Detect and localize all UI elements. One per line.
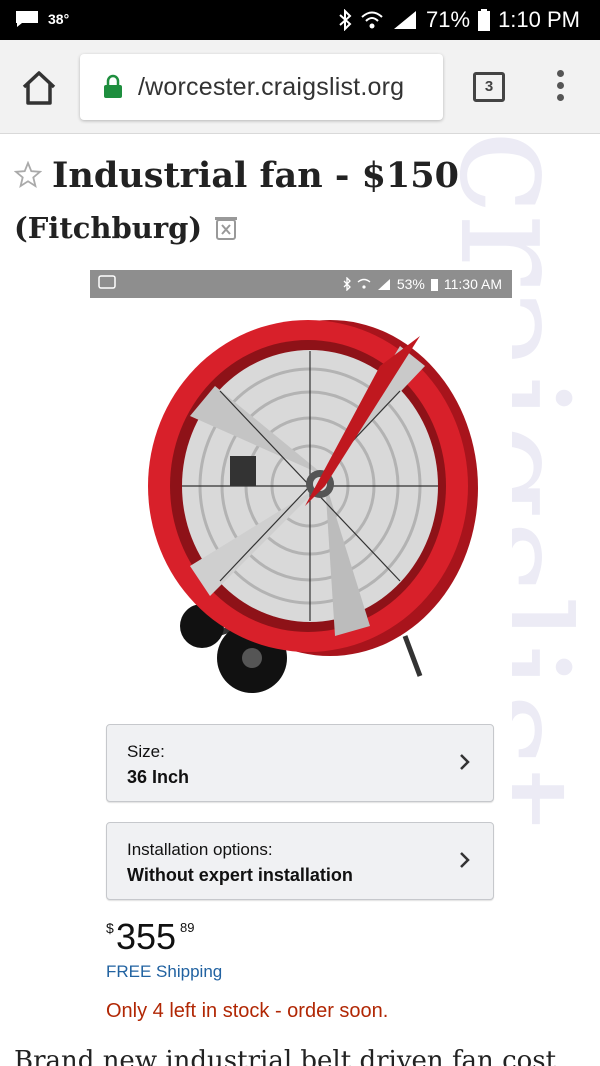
installation-label: Installation options: [127, 840, 273, 859]
size-value: 36 Inch [127, 767, 190, 787]
url-text: /worcester.craigslist.org [138, 73, 405, 101]
shipping-info: FREE Shipping [106, 962, 223, 981]
hide-trash-icon[interactable] [214, 215, 238, 241]
embedded-battery: 53% [396, 276, 425, 292]
wifi-icon [357, 278, 371, 289]
home-icon[interactable] [20, 70, 58, 106]
installation-option-selector[interactable]: Installation options: Without expert ins… [106, 822, 494, 900]
wifi-icon [361, 11, 383, 29]
price-whole: 355 [116, 916, 177, 957]
stock-warning: Only 4 left in stock - order soon. [106, 1000, 389, 1022]
size-label: Size: [127, 742, 165, 761]
temperature: 38° [48, 11, 70, 27]
embedded-screenshot: 53% 11:30 AM Size: 36 Inch Installation … [90, 270, 512, 1030]
cast-icon [98, 275, 116, 289]
embedded-status-bar: 53% 11:30 AM [90, 270, 512, 298]
price-fraction: 89 [180, 920, 195, 935]
title-row: Industrial fan - $150 [14, 150, 459, 200]
clock: 1:10 PM [498, 7, 580, 32]
browser-toolbar: /worcester.craigslist.org 3 [0, 40, 600, 134]
bluetooth-icon [339, 9, 352, 31]
favorite-star-icon[interactable] [14, 161, 42, 189]
tab-switcher-button[interactable]: 3 [473, 72, 505, 102]
chevron-right-icon [460, 852, 470, 868]
bluetooth-icon [343, 277, 351, 291]
battery-percent: 71% [426, 7, 471, 32]
battery-icon [478, 9, 491, 31]
status-bar: 38° 71% 1:10 PM [0, 0, 600, 40]
installation-value: Without expert installation [127, 865, 353, 885]
signal-icon [377, 278, 390, 290]
post-body-preview: Brand new industrial belt driven fan cos… [14, 1046, 557, 1066]
battery-icon [430, 278, 438, 291]
lock-icon [104, 74, 122, 98]
message-icon [16, 11, 38, 27]
post-location: (Fitchburg) [14, 211, 203, 245]
more-vert-icon[interactable] [550, 70, 570, 106]
address-bar[interactable]: /worcester.craigslist.org [80, 54, 443, 120]
post-title: Industrial fan - $150 [52, 154, 459, 196]
industrial-fan-image [148, 320, 478, 693]
price-currency: $ [106, 920, 114, 936]
chevron-right-icon [460, 754, 470, 770]
embedded-clock: 11:30 AM [443, 276, 502, 292]
size-option-selector[interactable]: Size: 36 Inch [106, 724, 494, 802]
location-row: (Fitchburg) [14, 206, 238, 250]
signal-icon [394, 11, 417, 29]
